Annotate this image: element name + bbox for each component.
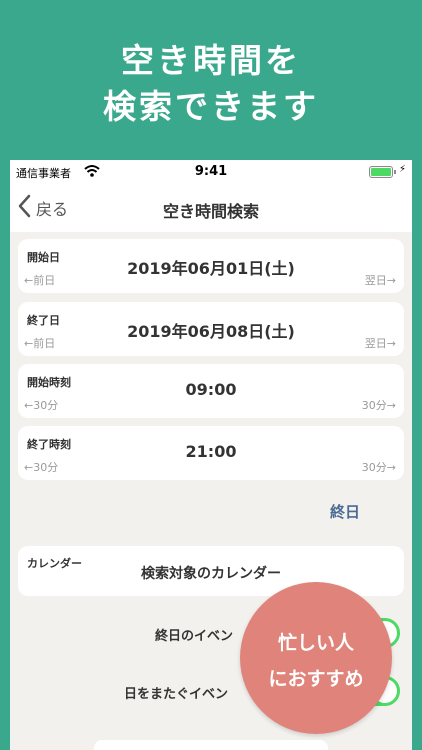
toggle-label-allday-events: 終日のイベン [155,629,234,644]
toggle-label-multiday-events: 日をまたぐイベン [124,687,229,702]
start-date-prev-button[interactable]: ←前日 [24,272,55,288]
end-time-next-button[interactable]: 30分→ [362,459,396,475]
start-date-card[interactable]: 開始日 2019年06月01日(土) ←前日 翌日→ [18,239,404,293]
clock: 9:41 [194,164,228,179]
battery-icon [369,166,393,178]
start-date-next-button[interactable]: 翌日→ [365,272,396,288]
all-day-button[interactable]: 終日 [330,501,360,522]
page-title: 空き時間検索 [162,202,259,221]
end-time-card[interactable]: 終了時刻 21:00 ←30分 30分→ [18,426,404,480]
badge-line-1: 忙しい人 [277,632,354,654]
headline-line-1: 空き時間を [121,41,301,80]
end-time-prev-button[interactable]: ←30分 [24,459,58,475]
battery-tip [394,170,396,174]
badge-line-2: におすすめ [268,668,364,690]
headline-line-2: 検索できます [103,87,319,126]
end-date-prev-button[interactable]: ←前日 [24,335,55,351]
end-date-next-button[interactable]: 翌日→ [365,335,396,351]
navigation-bar: 戻る 空き時間検索 [10,184,412,232]
end-date-value[interactable]: 2019年06月08日(土) [18,318,404,342]
start-time-prev-button[interactable]: ←30分 [24,397,58,413]
start-date-value[interactable]: 2019年06月01日(土) [18,255,404,279]
start-time-next-button[interactable]: 30分→ [362,397,396,413]
promo-headline: 空き時間を 検索できます [0,38,422,130]
charging-icon: ⚡ [399,164,407,175]
bottom-card[interactable] [94,740,328,750]
start-time-card[interactable]: 開始時刻 09:00 ←30分 30分→ [18,364,404,418]
end-date-card[interactable]: 終了日 2019年06月08日(土) ←前日 翌日→ [18,302,404,356]
calendar-value[interactable]: 検索対象のカレンダー [18,563,404,583]
battery-level [371,168,391,176]
promo-badge: 忙しい人 におすすめ [240,582,392,734]
start-time-value[interactable]: 09:00 [18,380,404,399]
end-time-value[interactable]: 21:00 [18,442,404,461]
status-bar: 通信事業者 9:41 ⚡ [10,160,412,184]
